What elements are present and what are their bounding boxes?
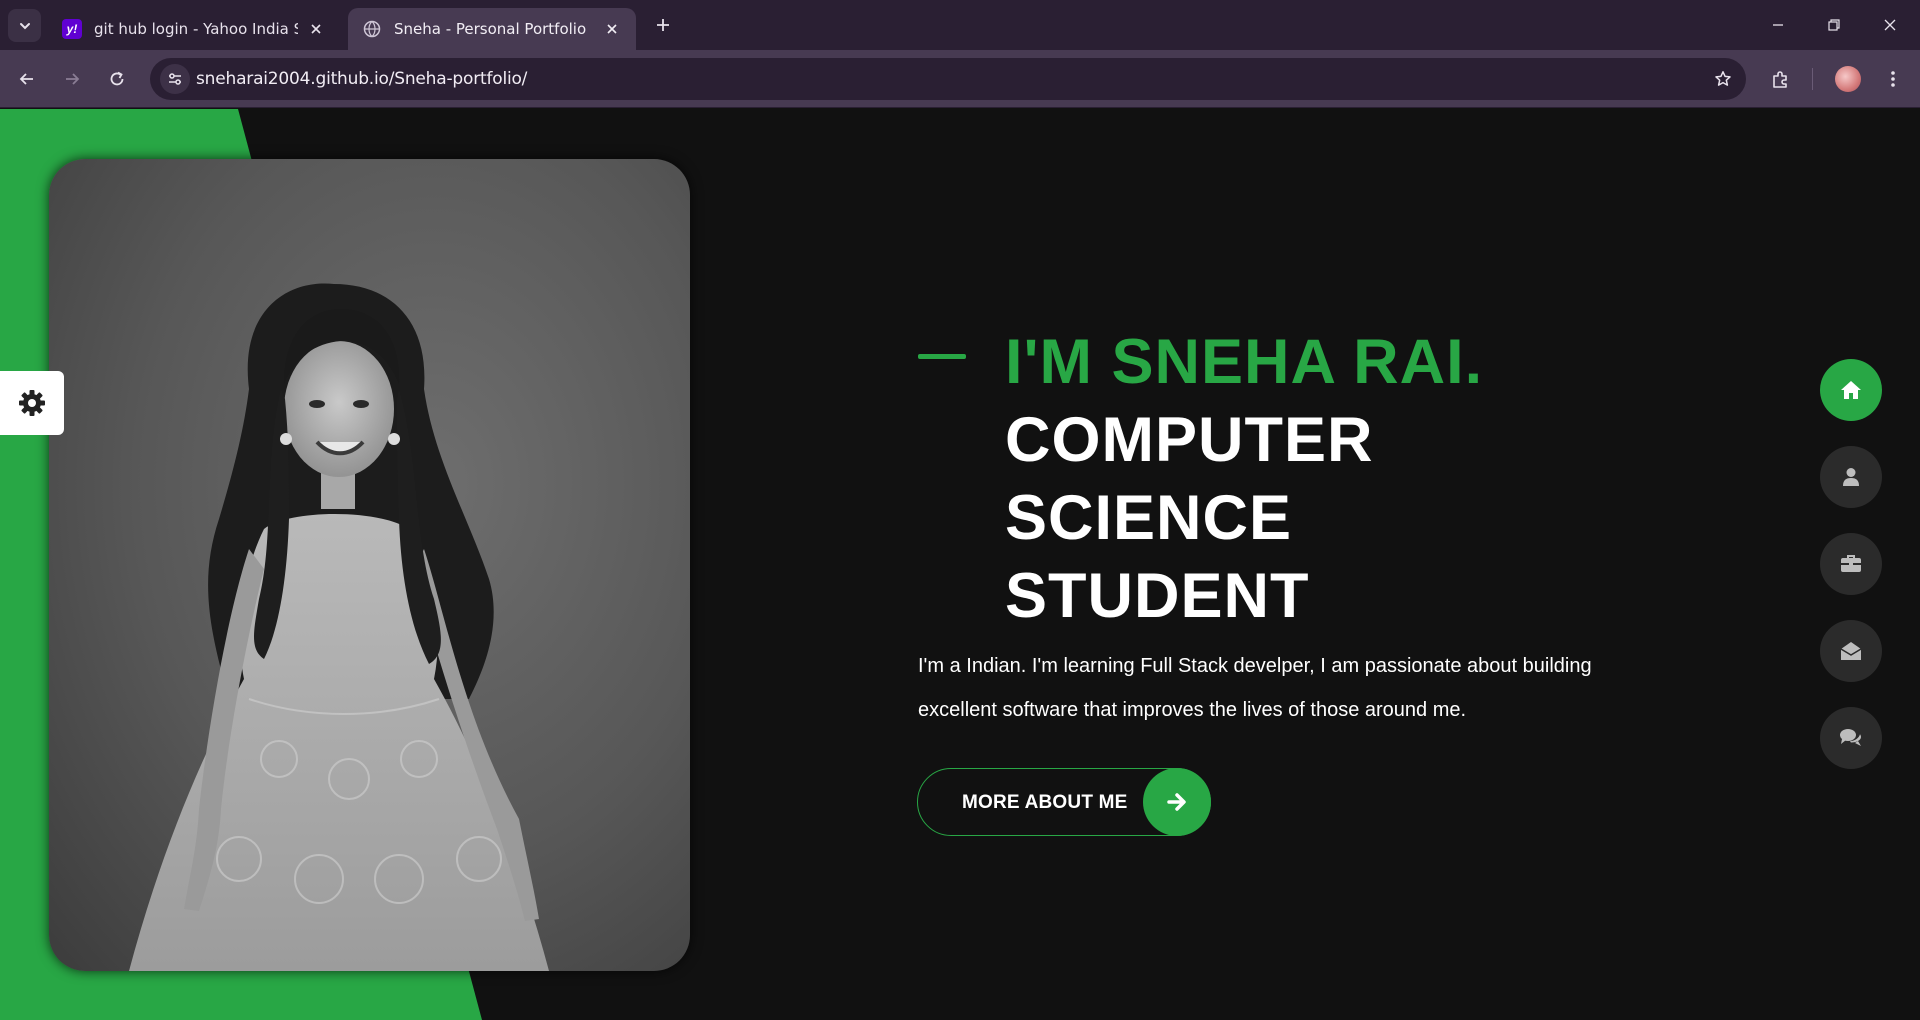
tab-title: Sneha - Personal Portfolio bbox=[394, 20, 587, 38]
tab-strip: y! git hub login - Yahoo India Sear Sneh… bbox=[0, 0, 1920, 50]
nav-home-button[interactable] bbox=[1820, 359, 1882, 421]
gear-icon bbox=[19, 390, 45, 416]
close-tab-button[interactable] bbox=[602, 19, 622, 39]
arrow-left-icon bbox=[19, 73, 33, 85]
new-tab-button[interactable] bbox=[650, 12, 676, 38]
plus-icon bbox=[657, 19, 669, 31]
home-icon bbox=[1841, 381, 1861, 399]
arrow-right-icon bbox=[1143, 768, 1211, 836]
site-info-button[interactable] bbox=[160, 64, 190, 94]
restore-icon bbox=[1828, 19, 1840, 31]
more-about-me-label: MORE ABOUT ME bbox=[962, 792, 1128, 813]
hero-headline: I'M SNEHA RAI. COMPUTER SCIENCE STUDENT bbox=[1005, 323, 1483, 635]
nav-contact-button[interactable] bbox=[1820, 620, 1882, 682]
tab-yahoo-search[interactable]: y! git hub login - Yahoo India Sear bbox=[48, 8, 340, 50]
back-button[interactable] bbox=[10, 62, 44, 96]
close-icon bbox=[311, 24, 321, 34]
address-bar[interactable]: sneharai2004.github.io/Sneha-portfolio/ bbox=[150, 58, 1746, 100]
close-icon bbox=[607, 24, 617, 34]
hero-name: I'M SNEHA RAI. bbox=[1005, 327, 1484, 397]
settings-button[interactable] bbox=[0, 371, 64, 435]
more-vertical-icon bbox=[1891, 71, 1895, 87]
bio-line: excellent software that improves the liv… bbox=[918, 699, 1467, 721]
portfolio-page: I'M SNEHA RAI. COMPUTER SCIENCE STUDENT … bbox=[0, 109, 1920, 1020]
restore-button[interactable] bbox=[1808, 0, 1860, 50]
extensions-button[interactable] bbox=[1764, 62, 1798, 96]
reload-icon bbox=[110, 71, 124, 86]
profile-photo bbox=[49, 159, 690, 971]
star-icon bbox=[1715, 71, 1731, 86]
hero-role-line: COMPUTER bbox=[1005, 405, 1374, 475]
browser-toolbar: sneharai2004.github.io/Sneha-portfolio/ bbox=[0, 50, 1920, 108]
url-text: sneharai2004.github.io/Sneha-portfolio/ bbox=[196, 69, 528, 89]
tab-title: git hub login - Yahoo India Sear bbox=[94, 20, 298, 38]
hero-bio: I'm a Indian. I'm learning Full Stack de… bbox=[918, 644, 1638, 732]
nav-portfolio-button[interactable] bbox=[1820, 533, 1882, 595]
bookmark-button[interactable] bbox=[1710, 66, 1736, 92]
bio-line: I'm a Indian. I'm learning Full Stack de… bbox=[918, 655, 1592, 677]
reload-button[interactable] bbox=[100, 62, 134, 96]
puzzle-icon bbox=[1773, 71, 1787, 88]
headline-accent-dash bbox=[918, 354, 966, 359]
user-icon bbox=[1843, 468, 1859, 486]
yahoo-icon: y! bbox=[62, 19, 82, 39]
close-icon bbox=[1884, 19, 1896, 31]
arrow-right-icon bbox=[66, 73, 80, 85]
more-about-me-button[interactable]: MORE ABOUT ME bbox=[917, 768, 1211, 836]
close-tab-button[interactable] bbox=[306, 19, 326, 39]
profile-avatar[interactable] bbox=[1835, 66, 1861, 92]
tab-portfolio[interactable]: Sneha - Personal Portfolio bbox=[348, 8, 636, 50]
chevron-down-icon bbox=[19, 22, 30, 29]
hero-role-line: SCIENCE bbox=[1005, 483, 1293, 553]
tab-search-button[interactable] bbox=[8, 9, 41, 42]
browser-menu-button[interactable] bbox=[1876, 62, 1910, 96]
toolbar-divider bbox=[1812, 68, 1813, 90]
nav-about-button[interactable] bbox=[1820, 446, 1882, 508]
forward-button[interactable] bbox=[55, 62, 89, 96]
close-window-button[interactable] bbox=[1864, 0, 1916, 50]
briefcase-icon bbox=[1841, 555, 1861, 572]
envelope-open-icon bbox=[1840, 642, 1862, 660]
globe-icon bbox=[362, 19, 382, 39]
comments-icon bbox=[1840, 729, 1861, 746]
minimize-button[interactable] bbox=[1752, 0, 1804, 50]
minimize-icon bbox=[1773, 24, 1783, 26]
nav-blog-button[interactable] bbox=[1820, 707, 1882, 769]
tune-icon bbox=[169, 73, 181, 85]
hero-role-line: STUDENT bbox=[1005, 561, 1310, 631]
